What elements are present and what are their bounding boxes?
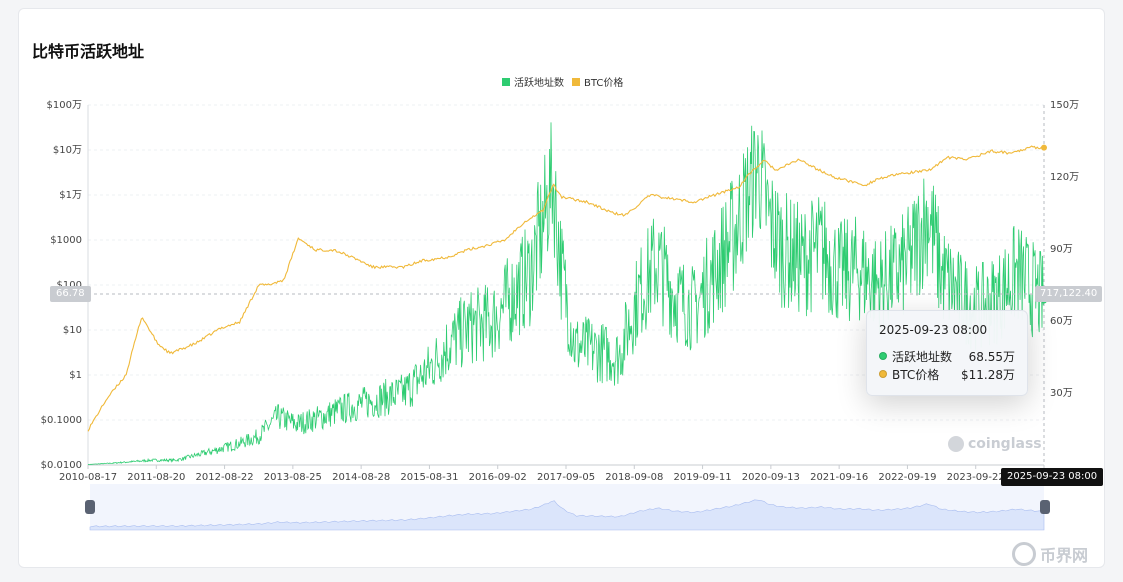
x-tick-label: 2021-09-16 [810, 472, 868, 483]
legend-label: 活跃地址数 [514, 76, 564, 89]
crosshair-bottom-label: 2025-09-23 08:00 [1001, 468, 1104, 486]
legend-swatch [502, 78, 510, 86]
watermark: coinglass [948, 436, 1042, 452]
x-tick-label: 2016-09-02 [469, 472, 527, 483]
tooltip: 2025-09-23 08:00 活跃地址数 68.55万 BTC价格 $11.… [866, 310, 1028, 396]
tooltip-name-btc: BTC价格 [892, 367, 940, 382]
chart-svg[interactable]: $100万$10万$1万$1000$100$10$1$0.1000$0.0100… [0, 0, 1123, 582]
y-left-tick-label: $0.0100 [41, 460, 82, 471]
x-tick-label: 2019-09-11 [674, 472, 732, 483]
legend-swatch [572, 78, 580, 86]
x-tick-label: 2017-09-05 [537, 472, 595, 483]
tooltip-dot-btc [879, 370, 887, 378]
x-tick-label: 2014-08-28 [332, 472, 390, 483]
x-tick-label: 2010-08-17 [59, 472, 117, 483]
corner-logo-icon [1012, 542, 1036, 566]
y-right-tick-label: 60万 [1050, 316, 1073, 327]
crosshair-right-label: 717,122.40 [1035, 286, 1103, 302]
coinglass-logo-icon [948, 436, 964, 452]
x-tick-label: 2015-08-31 [400, 472, 458, 483]
navigator-left-handle[interactable] [85, 500, 95, 514]
x-tick-label: 2018-09-08 [605, 472, 663, 483]
crosshair-left-label: 66.78 [50, 286, 91, 302]
y-right-tick-label: 90万 [1050, 244, 1073, 255]
watermark-text: coinglass [968, 436, 1042, 452]
tooltip-value-active: 68.55万 [968, 349, 1015, 364]
y-left-tick-label: $1万 [59, 190, 82, 201]
y-left-tick-label: $100万 [47, 100, 82, 111]
x-tick-label: 2020-09-13 [742, 472, 800, 483]
y-right-tick-label: 120万 [1050, 172, 1079, 183]
y-left-tick-label: $0.1000 [41, 415, 82, 426]
navigator-right-handle[interactable] [1040, 500, 1050, 514]
x-tick-label: 2012-08-22 [196, 472, 254, 483]
x-tick-label: 2022-09-19 [878, 472, 936, 483]
corner-logo: 币界网 [1012, 542, 1088, 566]
y-left-tick-label: $10万 [53, 145, 82, 156]
x-tick-label: 2023-09-22 [947, 472, 1005, 483]
y-left-tick-label: $10 [63, 325, 82, 336]
x-tick-label: 2013-08-25 [264, 472, 322, 483]
tooltip-dot-active [879, 352, 887, 360]
legend-label: BTC价格 [584, 76, 623, 89]
tooltip-time: 2025-09-23 08:00 [879, 323, 988, 337]
tooltip-row-active: 活跃地址数 68.55万 [879, 347, 1015, 365]
tooltip-name-active: 活跃地址数 [892, 349, 953, 364]
corner-logo-text: 币界网 [1040, 546, 1089, 565]
crosshair-point-btc [1041, 144, 1047, 151]
y-left-tick-label: $1000 [50, 235, 82, 246]
x-tick-label: 2011-08-20 [127, 472, 185, 483]
y-right-tick-label: 30万 [1050, 388, 1073, 399]
y-left-tick-label: $1 [69, 370, 82, 381]
y-right-tick-label: 150万 [1050, 100, 1079, 111]
tooltip-row-btc: BTC价格 $11.28万 [879, 365, 1015, 383]
tooltip-value-btc: $11.28万 [961, 367, 1015, 382]
